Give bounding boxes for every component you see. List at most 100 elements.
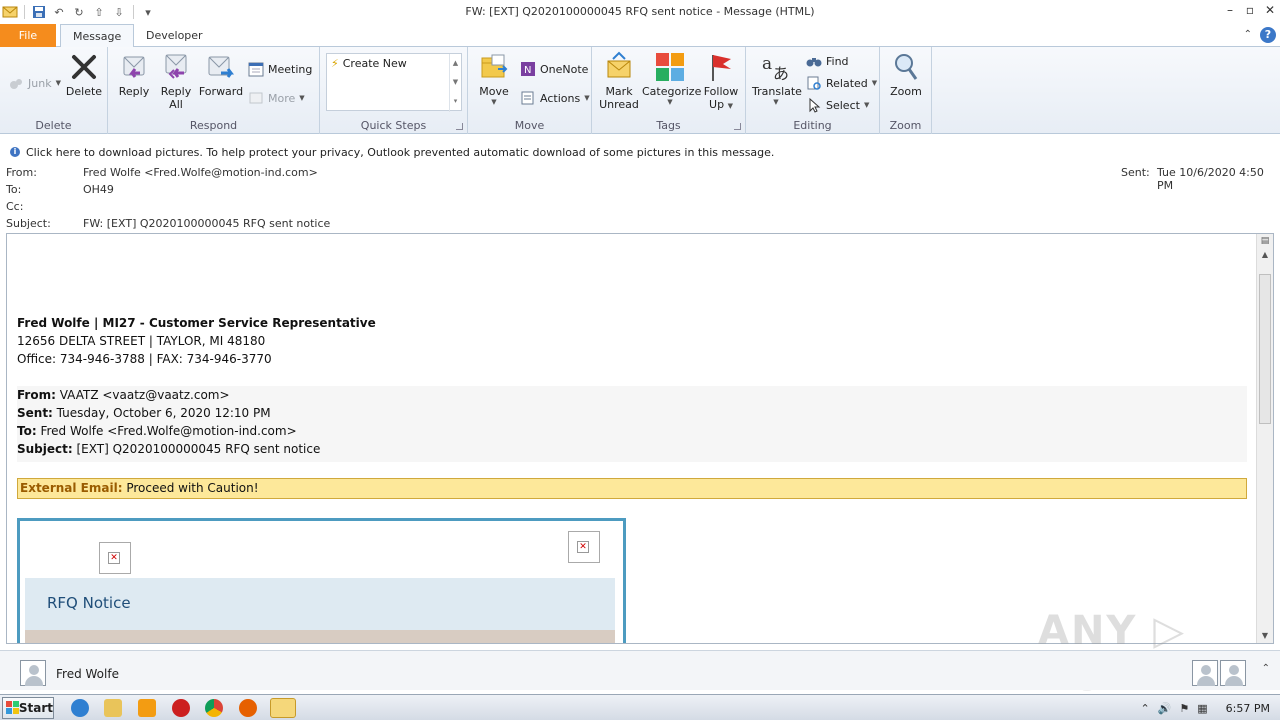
window-title: FW: [EXT] Q2020100000045 RFQ sent notice… bbox=[465, 5, 815, 18]
title-bar: ↶ ↻ ⇧ ⇩ ▾ FW: [EXT] Q2020100000045 RFQ s… bbox=[0, 0, 1280, 24]
tab-file[interactable]: File bbox=[0, 24, 56, 47]
delete-group: Junk ▼ Delete Delete bbox=[0, 47, 108, 134]
clock[interactable]: 6:57 PM bbox=[1226, 702, 1270, 715]
message-options-icon[interactable]: ▤ bbox=[1257, 234, 1273, 248]
customize-qat-icon[interactable]: ▾ bbox=[140, 4, 156, 20]
junk-icon bbox=[8, 75, 24, 91]
actions-icon bbox=[520, 90, 536, 106]
group-label-quick-steps: Quick Steps bbox=[360, 119, 427, 132]
contact-avatar[interactable] bbox=[1192, 660, 1218, 686]
related-button[interactable]: Related ▼ bbox=[806, 75, 877, 91]
reply-all-button[interactable]: Reply All bbox=[156, 51, 196, 111]
broken-image-icon[interactable]: ✕ bbox=[99, 542, 131, 574]
categorize-button[interactable]: Categorize ▼ bbox=[642, 51, 701, 106]
translate-button[interactable]: aあ Translate ▼ bbox=[752, 51, 802, 106]
show-hidden-icons-icon[interactable]: ⌃ bbox=[1140, 702, 1149, 715]
tab-message[interactable]: Message bbox=[60, 24, 135, 48]
action-center-flag-icon[interactable]: ⚑ bbox=[1179, 702, 1189, 715]
sent-label: Sent: bbox=[1121, 166, 1150, 179]
file-explorer-icon[interactable] bbox=[104, 699, 122, 717]
message-body[interactable]: Fred Wolfe | MI27 - Customer Service Rep… bbox=[6, 233, 1274, 644]
categorize-icon bbox=[654, 51, 686, 83]
scroll-thumb[interactable] bbox=[1259, 274, 1271, 424]
tags-launcher[interactable] bbox=[734, 123, 741, 130]
subject-label: Subject: bbox=[6, 217, 51, 230]
up-arrow-icon[interactable]: ⇧ bbox=[91, 4, 107, 20]
contact-avatar[interactable] bbox=[1220, 660, 1246, 686]
forward-button[interactable]: Forward bbox=[198, 51, 244, 98]
signature-name: Fred Wolfe | MI27 - Customer Service Rep… bbox=[17, 316, 376, 330]
find-button[interactable]: Find bbox=[806, 53, 849, 69]
opera-icon[interactable] bbox=[172, 699, 190, 717]
tags-group: Mark Unread Categorize ▼ Follow Up ▼ Tag… bbox=[592, 47, 746, 134]
volume-icon[interactable]: 🔊 bbox=[1158, 702, 1172, 715]
redo-icon[interactable]: ↻ bbox=[71, 4, 87, 20]
rfq-card: ✕ ✕ RFQ Notice bbox=[17, 518, 626, 643]
cc-label: Cc: bbox=[6, 200, 24, 213]
follow-up-button[interactable]: Follow Up ▼ bbox=[700, 51, 742, 111]
onenote-button[interactable]: N OneNote bbox=[520, 61, 588, 77]
svg-text:N: N bbox=[524, 65, 531, 76]
more-button[interactable]: More ▼ bbox=[248, 90, 305, 106]
system-tray: ⌃ 🔊 ⚑ ▦ 6:57 PM bbox=[1140, 695, 1280, 720]
download-pictures-infobar[interactable]: i Click here to download pictures. To he… bbox=[0, 144, 1280, 160]
undo-icon[interactable]: ↶ bbox=[51, 4, 67, 20]
start-button[interactable]: Start bbox=[2, 697, 54, 719]
rfq-divider bbox=[25, 630, 615, 643]
actions-button[interactable]: Actions ▼ bbox=[520, 90, 590, 106]
red-flag-icon bbox=[705, 51, 737, 83]
move-button[interactable]: Move ▼ bbox=[474, 51, 514, 106]
move-folder-icon bbox=[478, 51, 510, 83]
junk-button[interactable]: Junk ▼ bbox=[8, 75, 61, 91]
meeting-button[interactable]: Meeting bbox=[248, 61, 312, 77]
to-label: To: bbox=[6, 183, 22, 196]
firefox-icon[interactable] bbox=[239, 699, 257, 717]
to-value[interactable]: OH49 bbox=[83, 183, 114, 196]
delete-x-icon bbox=[68, 51, 100, 83]
group-label-respond: Respond bbox=[189, 119, 238, 132]
lightning-icon: ⚡ bbox=[331, 57, 339, 70]
people-pane: Fred Wolfe ⌃ bbox=[0, 650, 1280, 690]
fwd-to: To: Fred Wolfe <Fred.Wolfe@motion-ind.co… bbox=[17, 424, 297, 438]
create-new-quick-step[interactable]: ⚡ Create New bbox=[331, 57, 407, 70]
collapse-ribbon-icon[interactable]: ⌃ bbox=[1244, 27, 1252, 43]
help-icon[interactable]: ? bbox=[1260, 27, 1276, 43]
calendar-icon bbox=[248, 61, 264, 77]
tab-developer[interactable]: Developer bbox=[134, 24, 215, 48]
outlook-taskbar-icon[interactable] bbox=[270, 698, 296, 718]
avatar[interactable] bbox=[20, 660, 46, 686]
from-value[interactable]: Fred Wolfe <Fred.Wolfe@motion-ind.com> bbox=[83, 166, 318, 179]
broken-image-icon[interactable]: ✕ bbox=[568, 531, 600, 563]
signature-phone: Office: 734-946-3788 | FAX: 734-946-3770 bbox=[17, 352, 272, 366]
maximize-icon[interactable]: ▫ bbox=[1240, 0, 1260, 20]
group-label-delete: Delete bbox=[35, 119, 72, 132]
down-arrow-icon[interactable]: ⇩ bbox=[111, 4, 127, 20]
internet-explorer-icon[interactable] bbox=[71, 699, 89, 717]
minimize-icon[interactable]: – bbox=[1220, 0, 1240, 20]
fwd-sent: Sent: Tuesday, October 6, 2020 12:10 PM bbox=[17, 406, 271, 420]
chrome-icon[interactable] bbox=[205, 699, 223, 717]
message-scrollbar[interactable]: ▤ ▲ ▼ bbox=[1256, 234, 1273, 643]
external-email-banner: External Email: Proceed with Caution! bbox=[17, 478, 1247, 499]
fwd-from: From: VAATZ <vaatz@vaatz.com> bbox=[17, 388, 230, 402]
reply-button[interactable]: Reply bbox=[114, 51, 154, 98]
expand-people-pane-icon[interactable]: ⌃ bbox=[1262, 663, 1270, 674]
info-icon: i bbox=[10, 147, 20, 157]
taskbar: Start ⌃ 🔊 ⚑ ▦ 6:57 PM bbox=[0, 694, 1280, 720]
fwd-subject: Subject: [EXT] Q2020100000045 RFQ sent n… bbox=[17, 442, 321, 456]
mark-unread-button[interactable]: Mark Unread bbox=[596, 51, 642, 111]
forward-icon bbox=[205, 51, 237, 83]
scroll-up-icon[interactable]: ▲ bbox=[1257, 248, 1273, 262]
quick-steps-scroll[interactable]: ▲ ▼ ▾ bbox=[449, 54, 461, 112]
save-icon[interactable] bbox=[31, 4, 47, 20]
editing-group: aあ Translate ▼ Find Related ▼ Select ▼ Edi… bbox=[746, 47, 880, 134]
delete-button[interactable]: Delete bbox=[64, 51, 104, 98]
zoom-button[interactable]: Zoom bbox=[886, 51, 926, 98]
select-button[interactable]: Select ▼ bbox=[806, 97, 869, 113]
quick-steps-group: ⚡ Create New ▲ ▼ ▾ Quick Steps bbox=[320, 47, 468, 134]
quick-steps-launcher[interactable] bbox=[456, 123, 463, 130]
people-pane-name[interactable]: Fred Wolfe bbox=[56, 667, 119, 681]
close-icon[interactable]: ✕ bbox=[1260, 0, 1280, 20]
media-player-icon[interactable] bbox=[138, 699, 156, 717]
network-icon[interactable]: ▦ bbox=[1197, 702, 1207, 715]
